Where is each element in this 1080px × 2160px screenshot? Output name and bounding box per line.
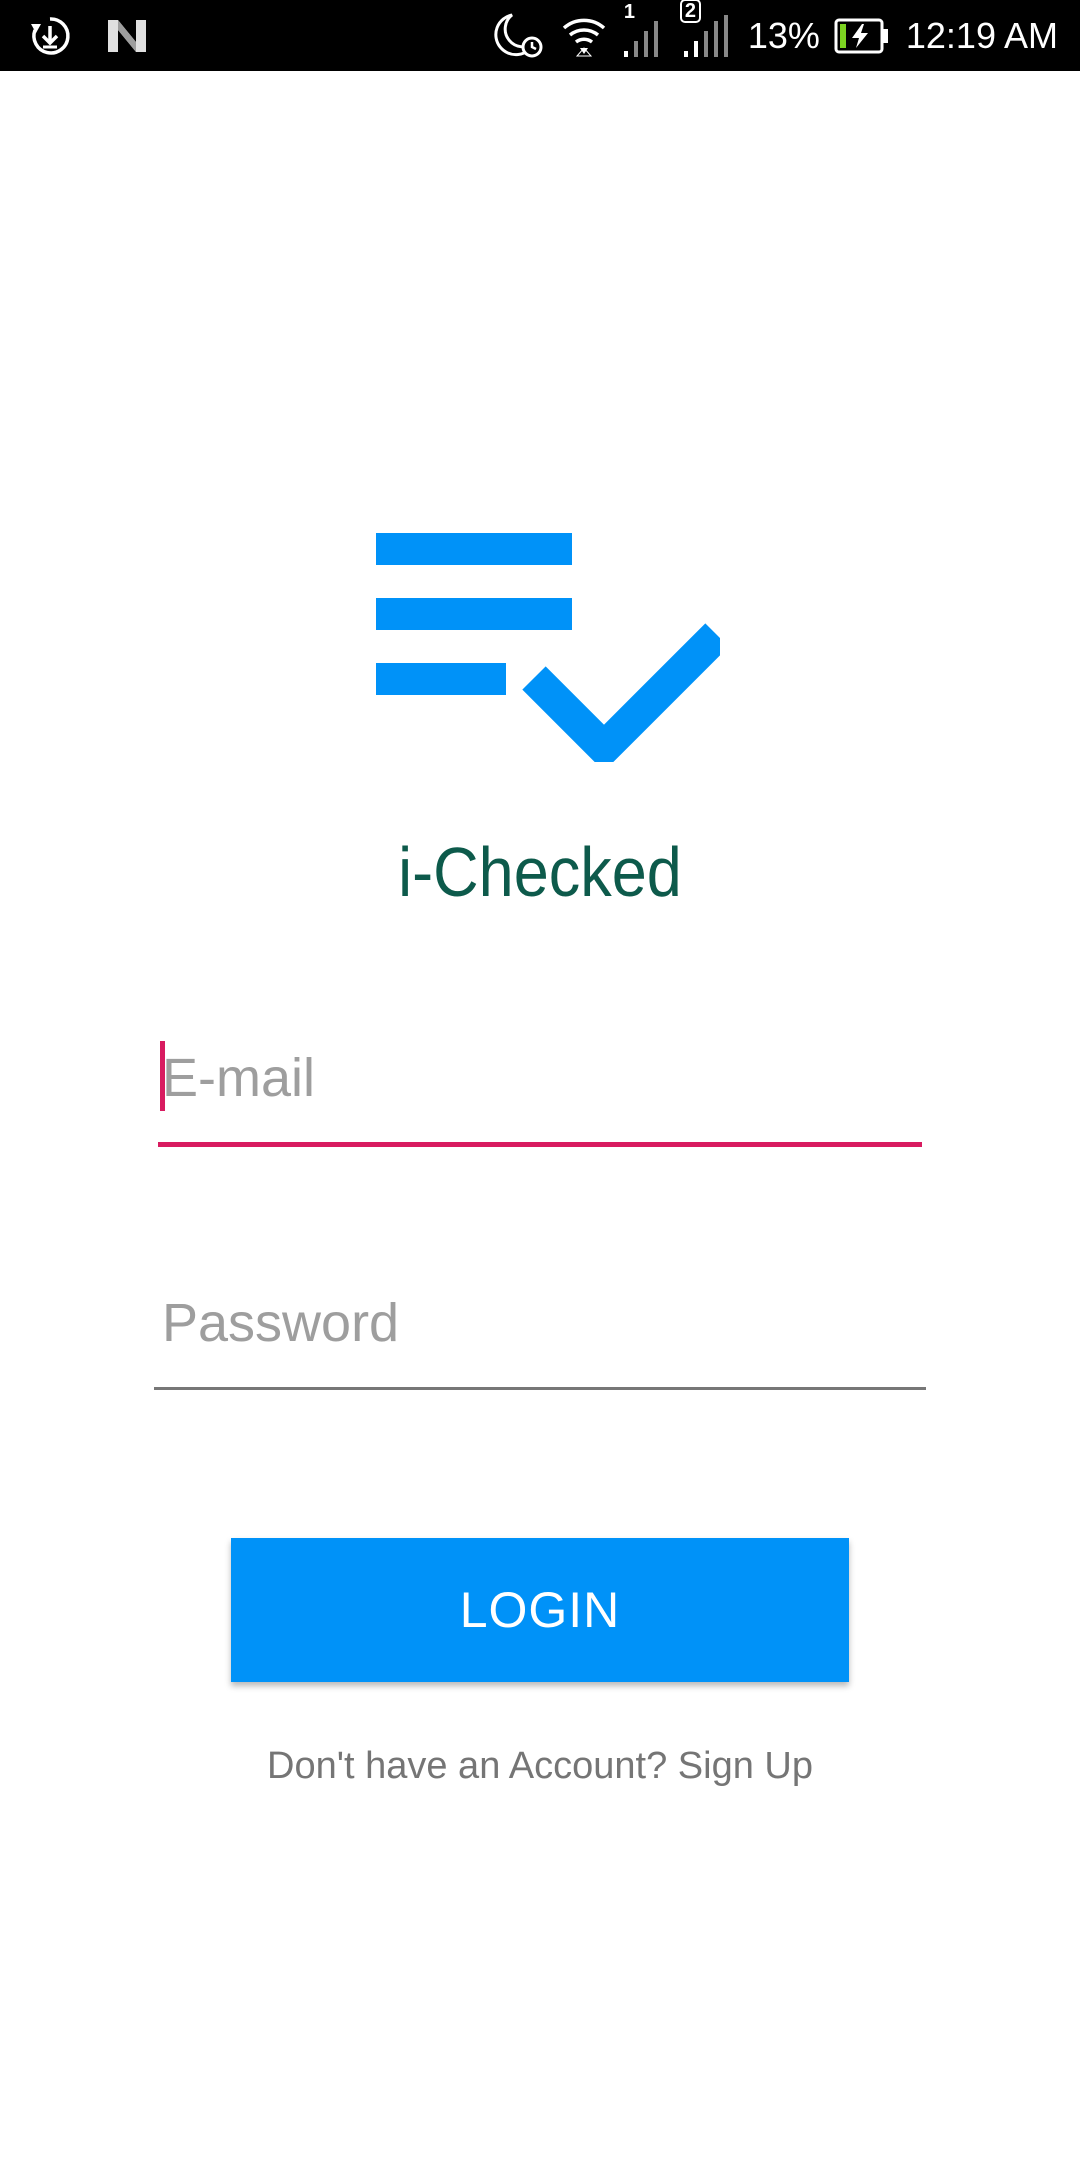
status-bar: 1 2 13% 12:19 AM [0,0,1080,71]
password-input[interactable] [156,1275,924,1371]
download-sync-icon [28,14,72,58]
signup-link[interactable]: Don't have an Account? Sign Up [0,1745,1080,1788]
notification-n-icon [106,16,148,56]
password-underline [154,1387,926,1390]
battery-charging-icon [834,18,890,54]
status-right-group: 1 2 13% 12:19 AM [492,0,1058,71]
night-alarm-icon [492,11,546,61]
signal-sim2-icon: 2 [679,0,732,59]
clock: 12:19 AM [905,14,1058,56]
sim2-label: 2 [679,0,701,23]
email-field[interactable] [156,1030,924,1147]
app-name: i-Checked [398,833,682,911]
password-field[interactable] [154,1275,926,1390]
status-left-group [28,0,148,71]
email-underline [158,1142,922,1147]
text-cursor [160,1041,165,1111]
email-input[interactable] [156,1030,924,1126]
wifi-icon [560,12,608,60]
login-button[interactable]: LOGIN [231,1538,849,1682]
sim1-label: 1 [623,0,635,23]
battery-percent: 13% [747,14,820,56]
signal-sim1-icon: 1 [622,1,666,59]
checklist-icon [376,528,729,772]
